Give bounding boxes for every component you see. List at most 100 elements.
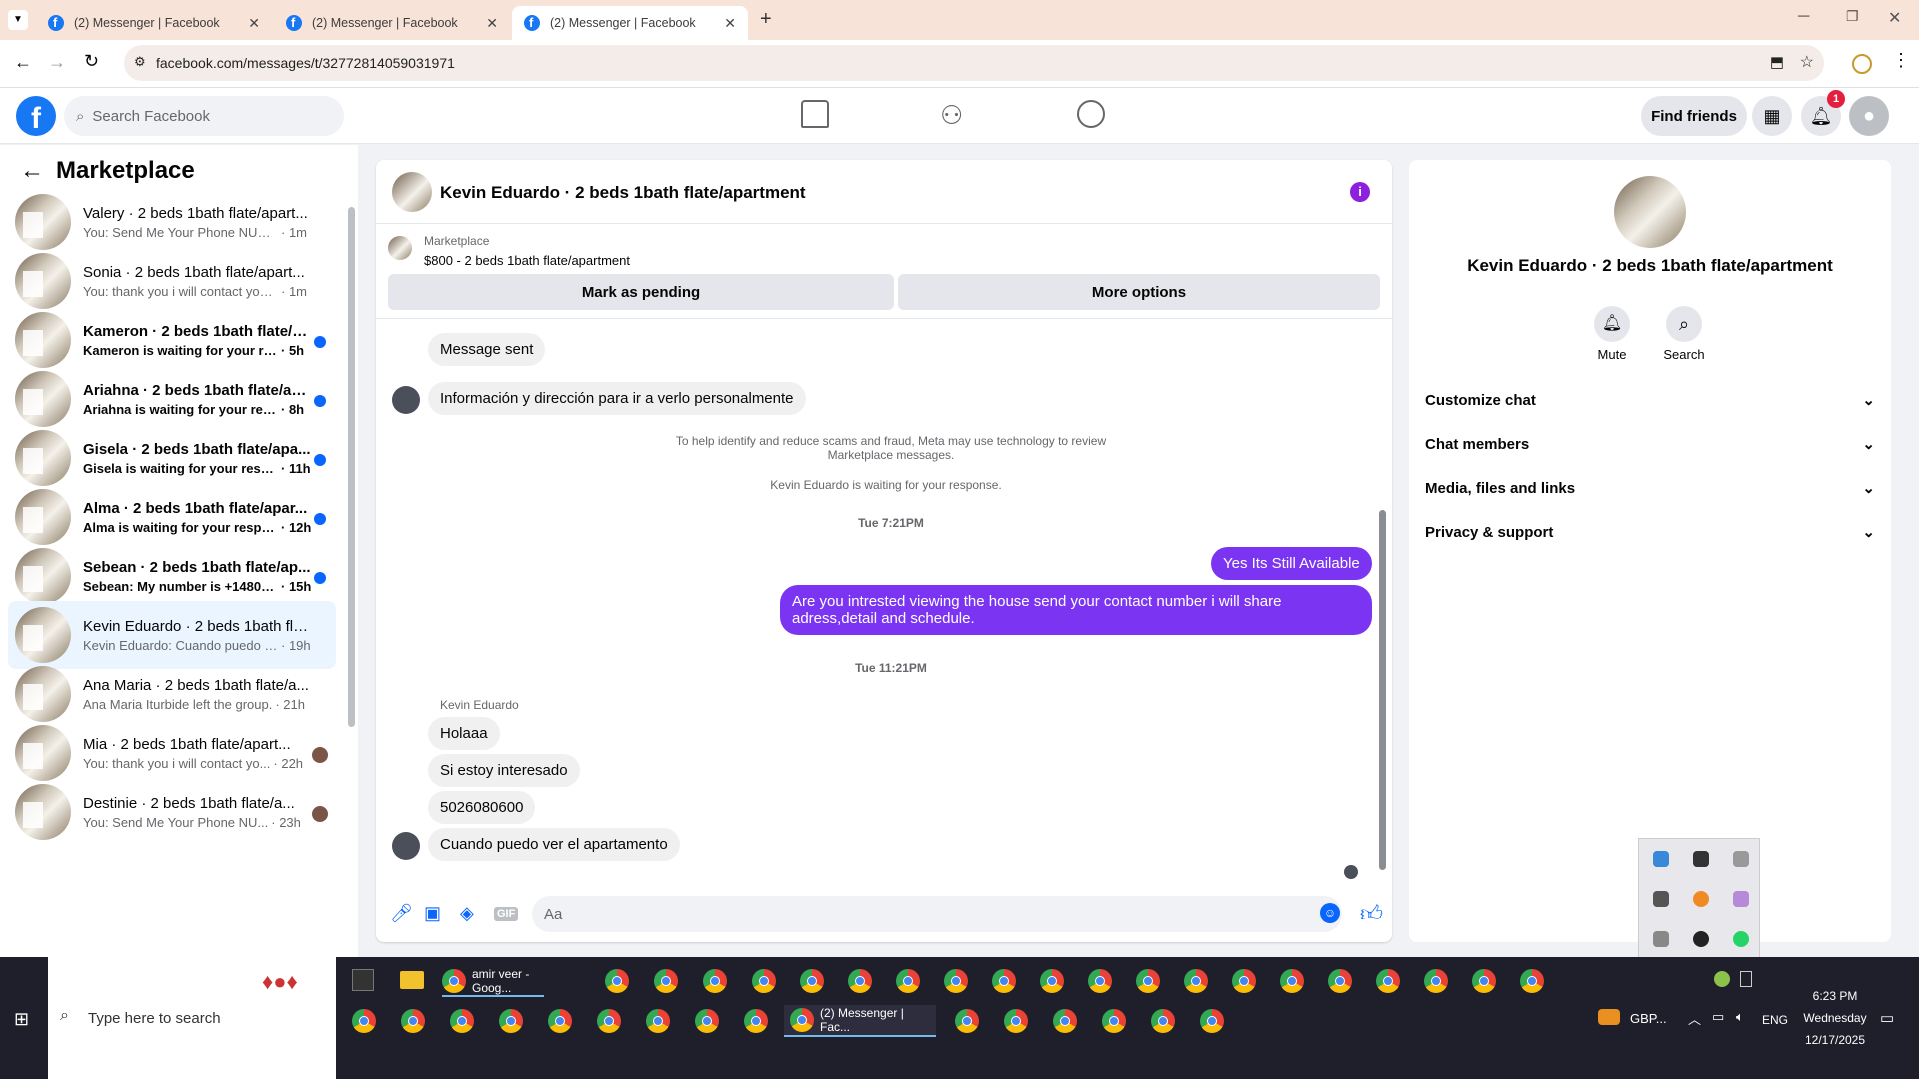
conversation-item[interactable]: Sebean · 2 beds 1bath flate/ap... Sebean:… xyxy=(8,542,336,610)
friends-nav-icon[interactable]: ⚇ xyxy=(940,100,963,131)
close-tab-icon[interactable]: ✕ xyxy=(248,15,260,32)
clock-day[interactable]: Wednesday xyxy=(1794,1011,1876,1025)
bookmark-star-icon[interactable]: ☆ xyxy=(1800,52,1814,72)
terminal-taskbar-icon[interactable] xyxy=(352,969,374,991)
reload-icon[interactable]: ↻ xyxy=(84,51,99,72)
sticker-icon[interactable]: ◈ xyxy=(460,903,474,924)
chrome-taskbar-icon[interactable] xyxy=(695,1009,719,1033)
chrome-taskbar-icon[interactable] xyxy=(654,969,678,993)
chrome-taskbar-icon[interactable] xyxy=(1328,969,1352,993)
chrome-taskbar-icon[interactable] xyxy=(955,1009,979,1033)
tab-list-chevron-icon[interactable]: ▼ xyxy=(8,10,28,30)
chat-title[interactable]: Kevin Eduardo · 2 beds 1bath flate/apart… xyxy=(440,183,806,203)
conversation-item[interactable]: Sonia · 2 beds 1bath flate/apart... You: … xyxy=(8,247,336,315)
chat-scrollbar[interactable] xyxy=(1379,510,1386,870)
conversation-item[interactable]: Destinie · 2 beds 1bath flate/a... You: S… xyxy=(8,778,336,846)
chrome-taskbar-icon[interactable] xyxy=(605,969,629,993)
thumbs-up-icon[interactable]: 👍︎ xyxy=(1360,900,1383,927)
chrome-taskbar-icon[interactable] xyxy=(992,969,1016,993)
windows-start-icon[interactable]: ⊞ xyxy=(14,1009,29,1030)
back-arrow-icon[interactable]: ← xyxy=(14,52,32,73)
tray-app-icon[interactable] xyxy=(1740,971,1752,987)
privacy-support-section[interactable]: Privacy & support ⌄ xyxy=(1425,512,1875,552)
info-icon[interactable]: i xyxy=(1350,182,1370,202)
taskbar-item-active[interactable]: amir veer - Goog... xyxy=(442,967,544,997)
chrome-taskbar-icon[interactable] xyxy=(401,1009,425,1033)
message-bubble-received[interactable]: Si estoy interesado xyxy=(428,754,580,787)
tray-cloud-off-icon[interactable] xyxy=(1733,851,1749,867)
tray-chevron-up-icon[interactable]: ︿ xyxy=(1688,1009,1701,1028)
conversation-item[interactable]: Ana Maria · 2 beds 1bath flate/a... Ana M… xyxy=(8,660,336,728)
browser-tab-3[interactable]: (2) Messenger | Facebook✕ xyxy=(512,6,748,40)
profile-picture[interactable] xyxy=(1614,176,1686,248)
chrome-taskbar-icon[interactable] xyxy=(1136,969,1160,993)
listing-price[interactable]: $800 - 2 beds 1bath flate/apartment xyxy=(424,253,630,268)
forward-arrow-icon[interactable]: → xyxy=(48,52,66,73)
browser-tab-1[interactable]: (2) Messenger | Facebook✕ xyxy=(36,6,272,40)
sender-avatar[interactable] xyxy=(392,386,420,414)
browser-tab-2[interactable]: (2) Messenger | Facebook✕ xyxy=(274,6,510,40)
sidebar-scrollbar[interactable] xyxy=(348,207,355,727)
chrome-taskbar-icon[interactable] xyxy=(800,969,824,993)
clock-date[interactable]: 12/17/2025 xyxy=(1794,1033,1876,1047)
weather-text[interactable]: GBP... xyxy=(1630,1011,1667,1026)
close-tab-icon[interactable]: ✕ xyxy=(724,15,736,32)
listing-thumbnail[interactable] xyxy=(388,236,412,260)
chrome-taskbar-icon[interactable] xyxy=(1520,969,1544,993)
tray-whatsapp-icon[interactable] xyxy=(1733,931,1749,947)
search-bar[interactable]: ⌕ Search Facebook xyxy=(64,96,344,136)
chrome-taskbar-icon[interactable] xyxy=(1151,1009,1175,1033)
sender-avatar[interactable] xyxy=(392,832,420,860)
network-icon[interactable]: ▭ xyxy=(1712,1009,1724,1025)
minimize-window-icon[interactable]: ─ xyxy=(1798,8,1809,26)
clock-time[interactable]: 6:23 PM xyxy=(1800,989,1870,1003)
notification-center-icon[interactable]: ▭ xyxy=(1880,1009,1894,1027)
install-app-icon[interactable]: ⬒ xyxy=(1770,53,1784,71)
conversation-item[interactable]: Kameron · 2 beds 1bath flate/a... Kameron… xyxy=(8,306,336,374)
chrome-taskbar-icon[interactable] xyxy=(1040,969,1064,993)
chrome-taskbar-icon[interactable] xyxy=(1376,969,1400,993)
url-field[interactable]: ⚙ facebook.com/messages/t/32772814059031… xyxy=(124,45,1824,81)
mark-as-pending-button[interactable]: Mark as pending xyxy=(388,274,894,310)
chrome-taskbar-icon[interactable] xyxy=(1088,969,1112,993)
tray-app-icon[interactable] xyxy=(1653,851,1669,867)
close-tab-icon[interactable]: ✕ xyxy=(486,15,498,32)
conversation-item[interactable]: Kevin Eduardo · 2 beds 1bath fla... Kevin… xyxy=(8,601,336,669)
emoji-icon[interactable]: ☺ xyxy=(1320,903,1340,923)
chrome-taskbar-icon[interactable] xyxy=(499,1009,523,1033)
chat-avatar[interactable] xyxy=(392,172,432,212)
chrome-taskbar-icon[interactable] xyxy=(548,1009,572,1033)
chrome-taskbar-icon[interactable] xyxy=(1424,969,1448,993)
tray-app-icon[interactable] xyxy=(1693,931,1709,947)
chrome-taskbar-icon[interactable] xyxy=(703,969,727,993)
site-info-icon[interactable]: ⚙ xyxy=(134,54,146,70)
restore-window-icon[interactable]: ❐ xyxy=(1846,8,1859,25)
conversation-item[interactable]: Gisela · 2 beds 1bath flate/apa... Gisela… xyxy=(8,424,336,492)
browser-menu-icon[interactable]: ⋮ xyxy=(1892,50,1910,71)
message-bubble-received[interactable]: Holaaa xyxy=(428,717,500,750)
microphone-icon[interactable]: 🎤︎ xyxy=(390,903,413,924)
tray-app-icon[interactable] xyxy=(1714,971,1730,987)
tray-shield-icon[interactable] xyxy=(1693,851,1709,867)
message-bubble-sent[interactable]: Are you intrested viewing the house send… xyxy=(780,585,1372,635)
conversation-item[interactable]: Alma · 2 beds 1bath flate/apar... Alma is… xyxy=(8,483,336,551)
chrome-taskbar-icon[interactable] xyxy=(944,969,968,993)
message-bubble-received[interactable]: Información y dirección para ir a verlo … xyxy=(428,382,806,415)
chrome-taskbar-icon[interactable] xyxy=(1200,1009,1224,1033)
groups-nav-icon[interactable] xyxy=(1077,100,1105,128)
language-indicator[interactable]: ENG xyxy=(1762,1013,1788,1027)
more-options-button[interactable]: More options xyxy=(898,274,1380,310)
chrome-taskbar-icon[interactable] xyxy=(646,1009,670,1033)
photo-icon[interactable]: ▣ xyxy=(424,903,441,924)
search-in-chat-button[interactable]: ⌕ xyxy=(1666,306,1702,342)
profile-icon[interactable] xyxy=(1852,54,1872,74)
home-nav-icon[interactable] xyxy=(801,100,829,128)
message-input[interactable]: Aa xyxy=(532,896,1342,932)
new-tab-icon[interactable]: + xyxy=(760,8,772,31)
taskbar-search-box[interactable]: ⌕ Type here to search ♦●♦ xyxy=(48,957,336,1079)
tray-app-icon[interactable] xyxy=(1693,891,1709,907)
account-avatar[interactable]: ● xyxy=(1849,96,1889,136)
conversation-item[interactable]: Valery · 2 beds 1bath flate/apart... You:… xyxy=(8,188,336,256)
chrome-taskbar-icon[interactable] xyxy=(752,969,776,993)
conversation-item[interactable]: Mia · 2 beds 1bath flate/apart... You: th… xyxy=(8,719,336,787)
